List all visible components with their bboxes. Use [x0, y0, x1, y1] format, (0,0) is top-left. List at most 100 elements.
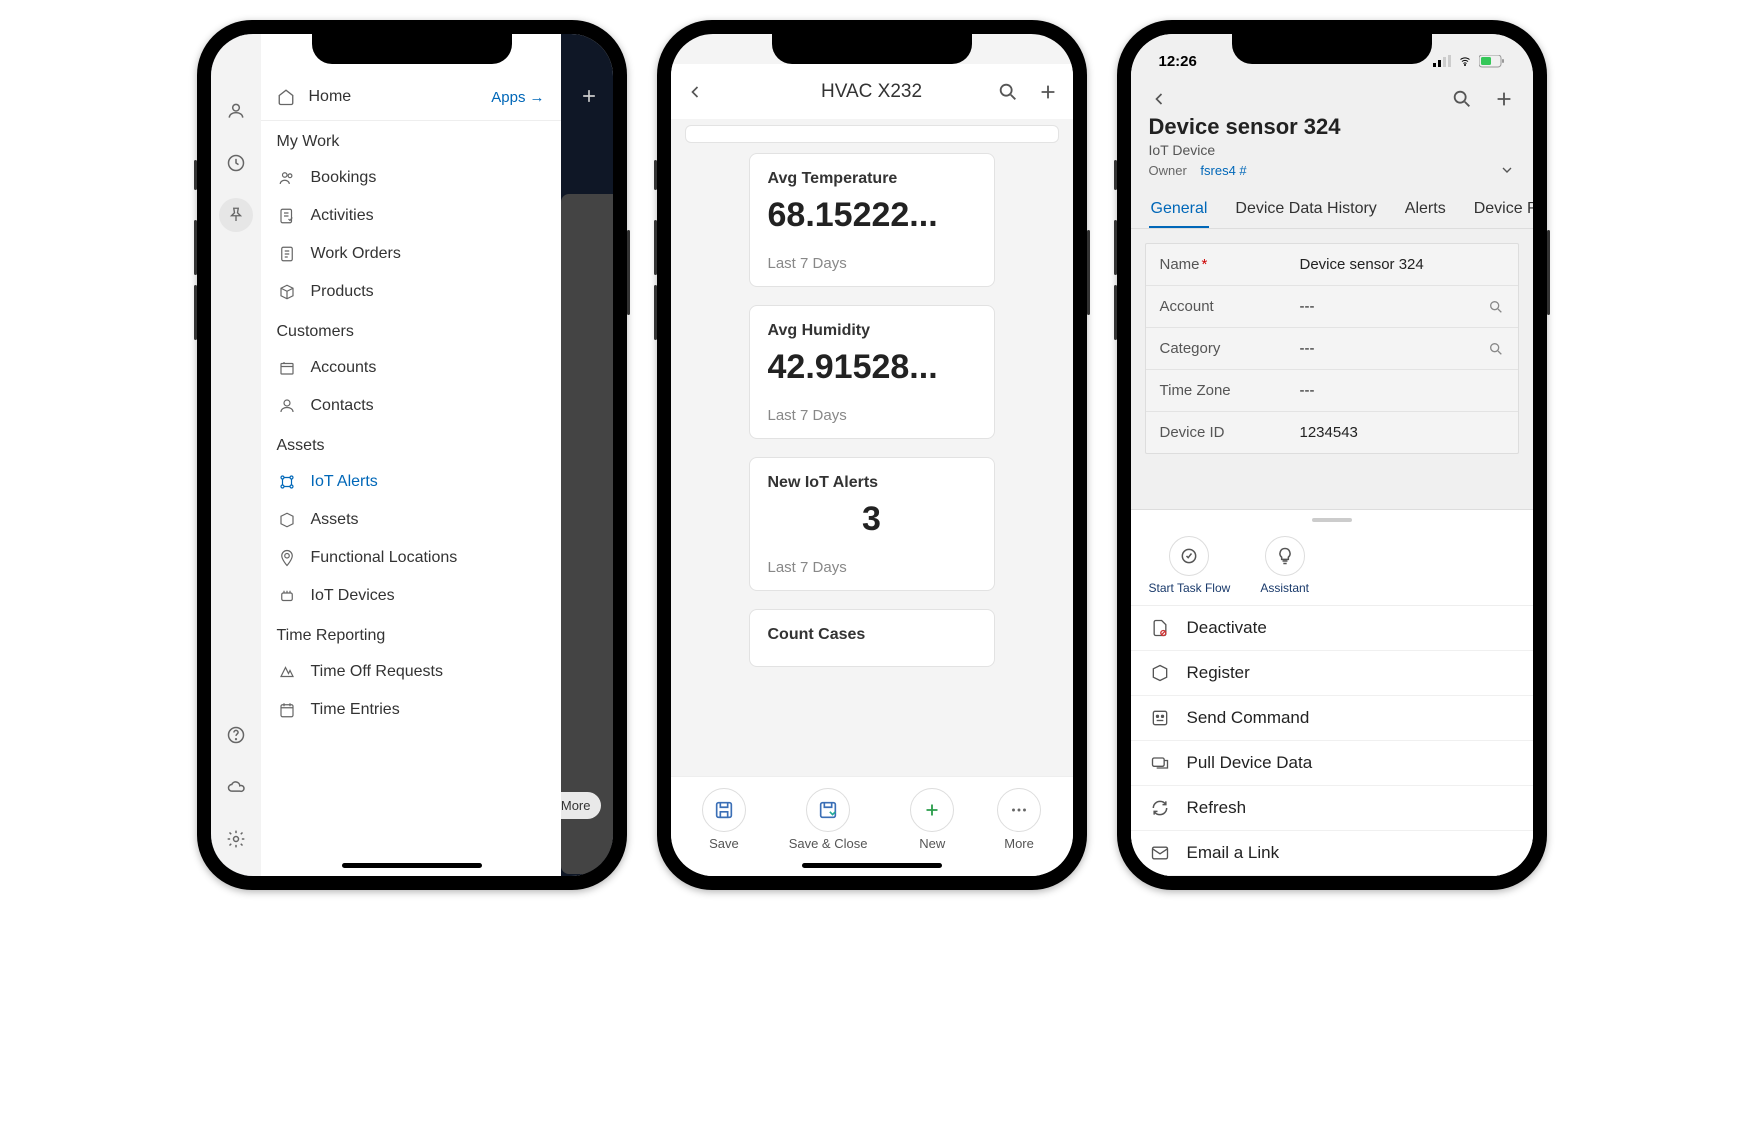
nav-work-orders[interactable]: Work Orders [261, 235, 561, 273]
menu-label: Email a Link [1187, 843, 1280, 863]
nav-label: Time Entries [311, 701, 400, 719]
card-value: 42.91528... [768, 348, 976, 387]
menu-email-link[interactable]: Email a Link [1131, 831, 1533, 876]
lookup-icon[interactable] [1488, 341, 1504, 357]
menu-register[interactable]: Register [1131, 651, 1533, 696]
menu-pull-device-data[interactable]: Pull Device Data [1131, 741, 1533, 786]
metric-card-avg-temperature[interactable]: Avg Temperature 68.15222... Last 7 Days [749, 153, 995, 287]
nav-time-off-requests[interactable]: Time Off Requests [261, 653, 561, 691]
start-task-flow-button[interactable]: Start Task Flow [1149, 536, 1231, 595]
bookings-icon [277, 169, 297, 187]
accounts-icon [277, 359, 297, 377]
plus-icon[interactable] [1493, 88, 1515, 110]
status-time: 12:26 [1159, 53, 1197, 70]
nav-label: Assets [311, 511, 359, 529]
menu-label: Send Command [1187, 708, 1310, 728]
field-category[interactable]: Category --- [1146, 328, 1518, 370]
field-value: Device sensor 324 [1300, 256, 1504, 273]
left-rail [211, 34, 261, 876]
nav-accounts[interactable]: Accounts [261, 349, 561, 387]
card-label: Avg Temperature [768, 170, 976, 188]
assets-icon [277, 511, 297, 529]
nav-label: Time Off Requests [311, 663, 444, 681]
wifi-icon [1457, 55, 1473, 67]
back-button[interactable] [685, 82, 705, 102]
metric-card-new-iot-alerts[interactable]: New IoT Alerts 3 Last 7 Days [749, 457, 995, 591]
pin-icon[interactable] [219, 198, 253, 232]
volume-up [194, 220, 197, 275]
send-command-icon [1149, 708, 1171, 728]
entity-type: IoT Device [1149, 142, 1515, 158]
apps-link[interactable]: Apps → [491, 89, 544, 106]
nav-label: Accounts [311, 359, 377, 377]
menu-send-command[interactable]: Send Command [1131, 696, 1533, 741]
assistant-button[interactable]: Assistant [1260, 536, 1309, 595]
field-account[interactable]: Account --- [1146, 286, 1518, 328]
work-orders-icon [277, 245, 297, 263]
nav-products[interactable]: Products [261, 273, 561, 311]
nav-bookings[interactable]: Bookings [261, 159, 561, 197]
deactivate-icon [1149, 618, 1171, 638]
search-icon[interactable] [1451, 88, 1473, 110]
save-close-button[interactable]: Save & Close [789, 788, 868, 851]
metric-card-avg-humidity[interactable]: Avg Humidity 42.91528... Last 7 Days [749, 305, 995, 439]
search-icon[interactable] [997, 81, 1019, 103]
lookup-icon[interactable] [1488, 299, 1504, 315]
required-indicator: * [1202, 256, 1208, 273]
nav-contacts[interactable]: Contacts [261, 387, 561, 425]
nav-time-entries[interactable]: Time Entries [261, 691, 561, 729]
card-period: Last 7 Days [768, 255, 976, 272]
action-label: New [919, 836, 945, 851]
owner-value[interactable]: fsres4 # [1200, 163, 1246, 178]
home-label: Home [309, 88, 352, 106]
nav-iot-alerts[interactable]: IoT Alerts [261, 463, 561, 501]
phone-frame-2: HVAC X232 Avg Temperature 68.15222... La… [657, 20, 1087, 890]
tab-device-r[interactable]: Device R [1472, 194, 1533, 228]
more-icon [997, 788, 1041, 832]
volume-up [654, 220, 657, 275]
nav-label: Contacts [311, 397, 374, 415]
email-icon [1149, 843, 1171, 863]
quick-label: Start Task Flow [1149, 581, 1231, 595]
field-device-id[interactable]: Device ID 1234543 [1146, 412, 1518, 453]
nav-assets[interactable]: Assets [261, 501, 561, 539]
tabs: General Device Data History Alerts Devic… [1131, 188, 1533, 229]
menu-deactivate[interactable]: Deactivate [1131, 606, 1533, 651]
profile-icon[interactable] [219, 94, 253, 128]
new-button[interactable]: New [910, 788, 954, 851]
nav-iot-devices[interactable]: IoT Devices [261, 577, 561, 615]
sheet-handle[interactable] [1312, 518, 1352, 522]
plus-icon[interactable] [1037, 81, 1059, 103]
metric-card-count-cases[interactable]: Count Cases [749, 609, 995, 667]
power-button [1087, 230, 1090, 315]
settings-icon[interactable] [219, 822, 253, 856]
nav-activities[interactable]: Activities [261, 197, 561, 235]
plus-icon[interactable] [579, 86, 599, 106]
iot-devices-icon [277, 587, 297, 605]
home-icon [277, 88, 295, 106]
tab-alerts[interactable]: Alerts [1403, 194, 1448, 228]
tab-general[interactable]: General [1149, 194, 1210, 228]
menu-refresh[interactable]: Refresh [1131, 786, 1533, 831]
nav-label: Bookings [311, 169, 377, 187]
field-value: --- [1300, 340, 1488, 357]
save-icon [702, 788, 746, 832]
save-button[interactable]: Save [702, 788, 746, 851]
notch [1232, 34, 1432, 64]
volume-down [1114, 285, 1117, 340]
field-name[interactable]: Name* Device sensor 324 [1146, 244, 1518, 286]
section-my-work: My Work [261, 121, 561, 159]
recent-icon[interactable] [219, 146, 253, 180]
signal-icon [1433, 55, 1451, 67]
back-button[interactable] [1149, 89, 1169, 109]
help-icon[interactable] [219, 718, 253, 752]
form-panel: Name* Device sensor 324 Account --- Cate… [1145, 243, 1519, 454]
cloud-icon[interactable] [219, 770, 253, 804]
more-button[interactable]: More [997, 788, 1041, 851]
nav-home[interactable]: Home [277, 88, 352, 106]
nav-functional-locations[interactable]: Functional Locations [261, 539, 561, 577]
field-timezone[interactable]: Time Zone --- [1146, 370, 1518, 412]
section-time-reporting: Time Reporting [261, 615, 561, 653]
tab-device-data-history[interactable]: Device Data History [1233, 194, 1378, 228]
chevron-down-icon[interactable] [1499, 162, 1515, 178]
